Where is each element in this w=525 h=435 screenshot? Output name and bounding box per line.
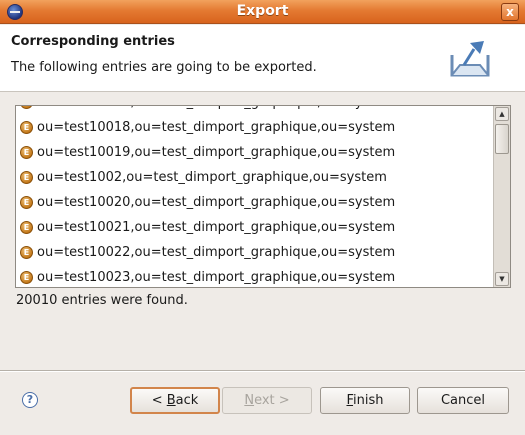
entry-dn: ou=test10022,ou=test_dimport_graphique,o… — [37, 244, 396, 260]
entry-dn: ou=test1002,ou=test_dimport_graphique,ou… — [37, 169, 387, 185]
button-bar-separator — [0, 370, 525, 372]
entries-found-status: 20010 entries were found. — [16, 293, 188, 308]
title-bar: Export x — [0, 0, 525, 24]
scrollbar-thumb[interactable] — [495, 124, 509, 154]
export-icon — [450, 41, 490, 77]
entry-icon: E — [20, 270, 33, 284]
scroll-up-icon[interactable]: ▲ — [495, 107, 509, 121]
cancel-button[interactable]: Cancel — [417, 387, 509, 414]
page-description: The following entries are going to be ex… — [11, 60, 317, 75]
entries-list[interactable]: Eou=test10017,ou=test_dimport_graphique,… — [15, 105, 511, 288]
entry-dn: ou=test10020,ou=test_dimport_graphique,o… — [37, 194, 396, 210]
vertical-scrollbar[interactable]: ▲ ▼ — [493, 106, 510, 287]
list-item[interactable]: Eou=test10018,ou=test_dimport_graphique,… — [16, 116, 493, 138]
entry-icon: E — [20, 245, 33, 259]
back-mnemonic: B — [166, 393, 176, 408]
entry-icon: E — [20, 195, 33, 209]
list-item[interactable]: Eou=test1002,ou=test_dimport_graphique,o… — [16, 166, 493, 188]
entry-dn: ou=test10023,ou=test_dimport_graphique,o… — [37, 269, 396, 285]
back-rest: ack — [175, 393, 199, 408]
list-item[interactable]: Eou=test10022,ou=test_dimport_graphique,… — [16, 241, 493, 263]
back-button[interactable]: < Back — [130, 387, 220, 414]
entry-icon: E — [20, 170, 33, 184]
back-prefix: < — [151, 393, 167, 408]
window-title: Export — [236, 3, 289, 19]
list-item[interactable]: Eou=test10017,ou=test_dimport_graphique,… — [16, 106, 493, 113]
next-mnemonic: N — [244, 393, 255, 408]
entry-icon: E — [20, 120, 33, 134]
list-item[interactable]: Eou=test10021,ou=test_dimport_graphique,… — [16, 216, 493, 238]
entry-icon: E — [20, 145, 33, 159]
next-button: Next > — [222, 387, 312, 414]
list-item[interactable]: Eou=test10020,ou=test_dimport_graphique,… — [16, 191, 493, 213]
page-title: Corresponding entries — [11, 34, 175, 49]
window-close-button[interactable]: x — [501, 3, 519, 21]
wizard-header: Corresponding entries The following entr… — [0, 25, 525, 92]
help-icon[interactable]: ? — [22, 392, 38, 408]
finish-rest: inish — [353, 393, 384, 408]
list-item[interactable]: Eou=test10023,ou=test_dimport_graphique,… — [16, 266, 493, 287]
entry-dn: ou=test10017,ou=test_dimport_graphique,o… — [37, 106, 395, 110]
entry-dn: ou=test10018,ou=test_dimport_graphique,o… — [37, 119, 396, 135]
entry-icon: E — [20, 106, 33, 109]
list-item[interactable]: Eou=test10019,ou=test_dimport_graphique,… — [16, 141, 493, 163]
entry-dn: ou=test10021,ou=test_dimport_graphique,o… — [37, 219, 396, 235]
entry-dn: ou=test10019,ou=test_dimport_graphique,o… — [37, 144, 396, 160]
next-rest: ext > — [254, 393, 290, 408]
entry-icon: E — [20, 220, 33, 234]
finish-button[interactable]: Finish — [320, 387, 410, 414]
scroll-down-icon[interactable]: ▼ — [495, 272, 509, 286]
entries-list-viewport: Eou=test10017,ou=test_dimport_graphique,… — [16, 106, 493, 287]
